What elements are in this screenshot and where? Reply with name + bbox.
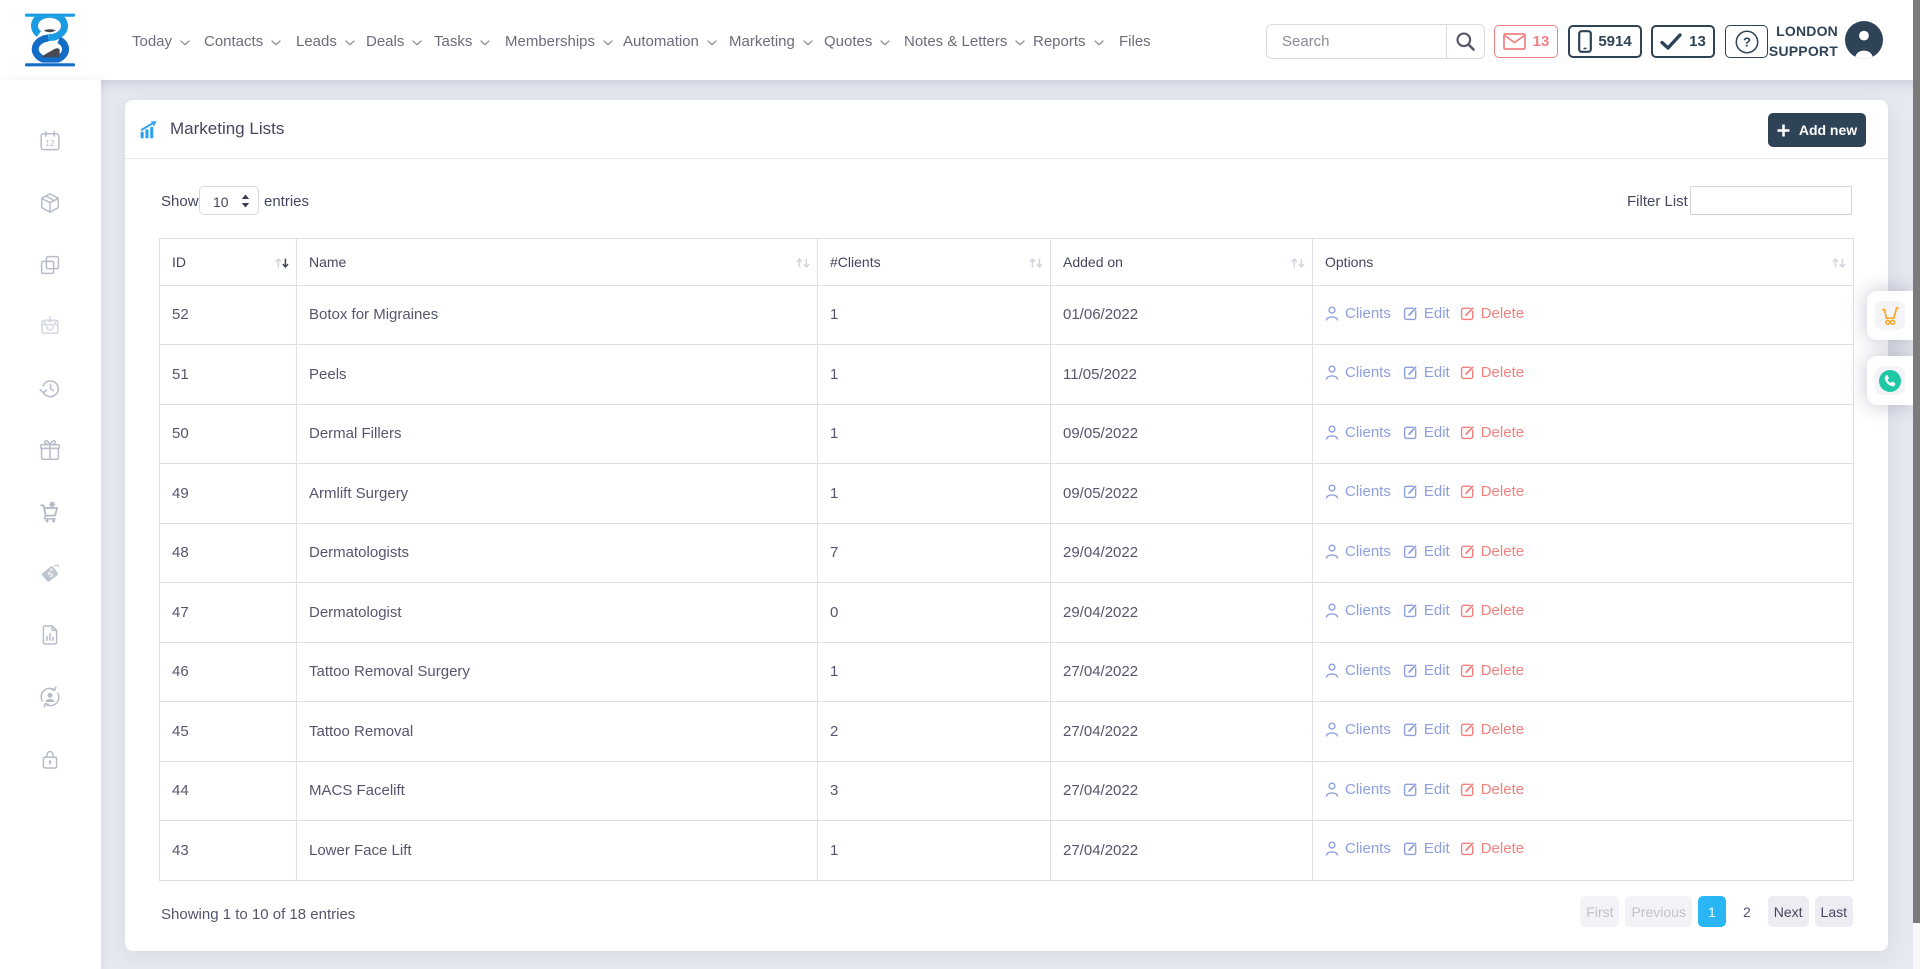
svg-text:12: 12	[45, 138, 55, 148]
